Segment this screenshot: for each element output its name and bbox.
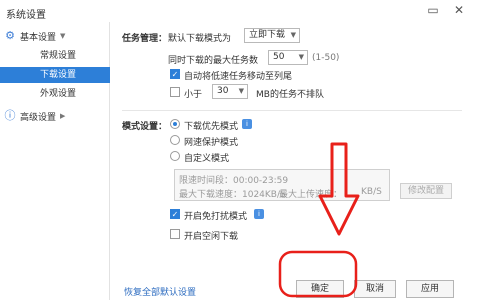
mode-section-label: 模式设置：: [122, 122, 168, 132]
sidebar-item-appearance[interactable]: 外观设置: [0, 86, 110, 102]
minimize-icon[interactable]: ▭: [426, 3, 440, 17]
default-mode-label: 默认下载模式为: [168, 34, 232, 44]
info-icon: ⓘ: [4, 109, 16, 122]
cancel-button[interactable]: 取消: [354, 280, 396, 298]
chevron-down-icon: ▼: [290, 31, 296, 39]
chevron-right-icon: ▶: [60, 112, 66, 120]
idle-download-checkbox[interactable]: [170, 229, 180, 239]
gear-icon: ⚙: [5, 29, 15, 42]
max-tasks-value: 50: [273, 52, 285, 62]
min-size-checkbox[interactable]: [170, 87, 180, 97]
title-bar: 系统设置 ▭ ✕: [0, 0, 480, 22]
task-section-label: 任务管理：: [122, 34, 168, 44]
radio-custom-label: 自定义模式: [184, 154, 230, 164]
radio-download-priority[interactable]: [170, 119, 180, 129]
no-disturb-checkbox[interactable]: ✓: [170, 209, 180, 219]
custom-max-download: 最大下载速度：1024KB/S: [179, 190, 286, 200]
chevron-down-icon: ▼: [238, 87, 244, 95]
idle-download-label: 开启空闲下载: [184, 232, 239, 242]
info-icon[interactable]: i: [242, 119, 252, 129]
radio-download-priority-label: 下载优先模式: [184, 122, 239, 132]
download-settings-panel: 任务管理： 默认下载模式为 立即下载 ▼ 同时下载的最大任务数 50 ▼ (1-…: [110, 22, 480, 300]
custom-mode-summary: 限速时间段：00:00-23:59 最大下载速度：1024KB/S 最大上传速度…: [174, 169, 390, 201]
close-icon[interactable]: ✕: [452, 3, 466, 17]
chevron-down-icon: ▼: [60, 32, 66, 40]
sidebar: ⚙ 基本设置 ▼ 常规设置 下载设置 外观设置 ⓘ 高级设置 ▶: [0, 22, 110, 300]
max-tasks-label: 同时下载的最大任务数: [168, 56, 259, 66]
custom-upload-value: KB/S: [361, 187, 382, 197]
ok-button[interactable]: 确定: [296, 280, 344, 298]
sidebar-group-label: 基本设置: [20, 32, 57, 43]
modify-config-button[interactable]: 修改配置: [400, 183, 452, 199]
max-tasks-select[interactable]: 50 ▼: [268, 50, 308, 65]
default-mode-value: 立即下载: [249, 30, 286, 40]
sidebar-group-advanced[interactable]: ⓘ 高级设置 ▶: [4, 108, 66, 124]
sidebar-group-label: 高级设置: [20, 112, 57, 123]
sidebar-item-download[interactable]: 下载设置: [0, 67, 110, 83]
sidebar-item-general[interactable]: 常规设置: [0, 48, 110, 64]
default-mode-select[interactable]: 立即下载 ▼: [244, 28, 300, 43]
chevron-down-icon: ▼: [298, 53, 304, 61]
sidebar-group-basic[interactable]: ⚙ 基本设置 ▼: [4, 28, 65, 44]
auto-move-label: 自动将低速任务移动至列尾: [184, 72, 293, 82]
section-divider: [122, 110, 462, 111]
max-tasks-range: (1-50): [312, 53, 340, 63]
auto-move-checkbox[interactable]: ✓: [170, 69, 180, 79]
restore-defaults-link[interactable]: 恢复全部默认设置: [124, 285, 196, 298]
no-disturb-label: 开启免打扰模式: [184, 212, 248, 222]
window-title: 系统设置: [6, 10, 46, 21]
apply-button[interactable]: 应用: [406, 280, 454, 298]
info-icon[interactable]: i: [254, 209, 264, 219]
custom-period: 限速时间段：00:00-23:59: [179, 176, 289, 186]
min-size-select[interactable]: 30 ▼: [212, 84, 248, 99]
radio-custom[interactable]: [170, 151, 180, 161]
radio-speed-protect[interactable]: [170, 135, 180, 145]
radio-speed-protect-label: 网速保护模式: [184, 138, 239, 148]
min-size-prefix: 小于: [184, 90, 203, 100]
custom-max-upload: 最大上传速度：: [279, 190, 343, 200]
min-size-value: 30: [217, 86, 229, 96]
min-size-suffix: MB的任务不排队: [256, 90, 324, 100]
